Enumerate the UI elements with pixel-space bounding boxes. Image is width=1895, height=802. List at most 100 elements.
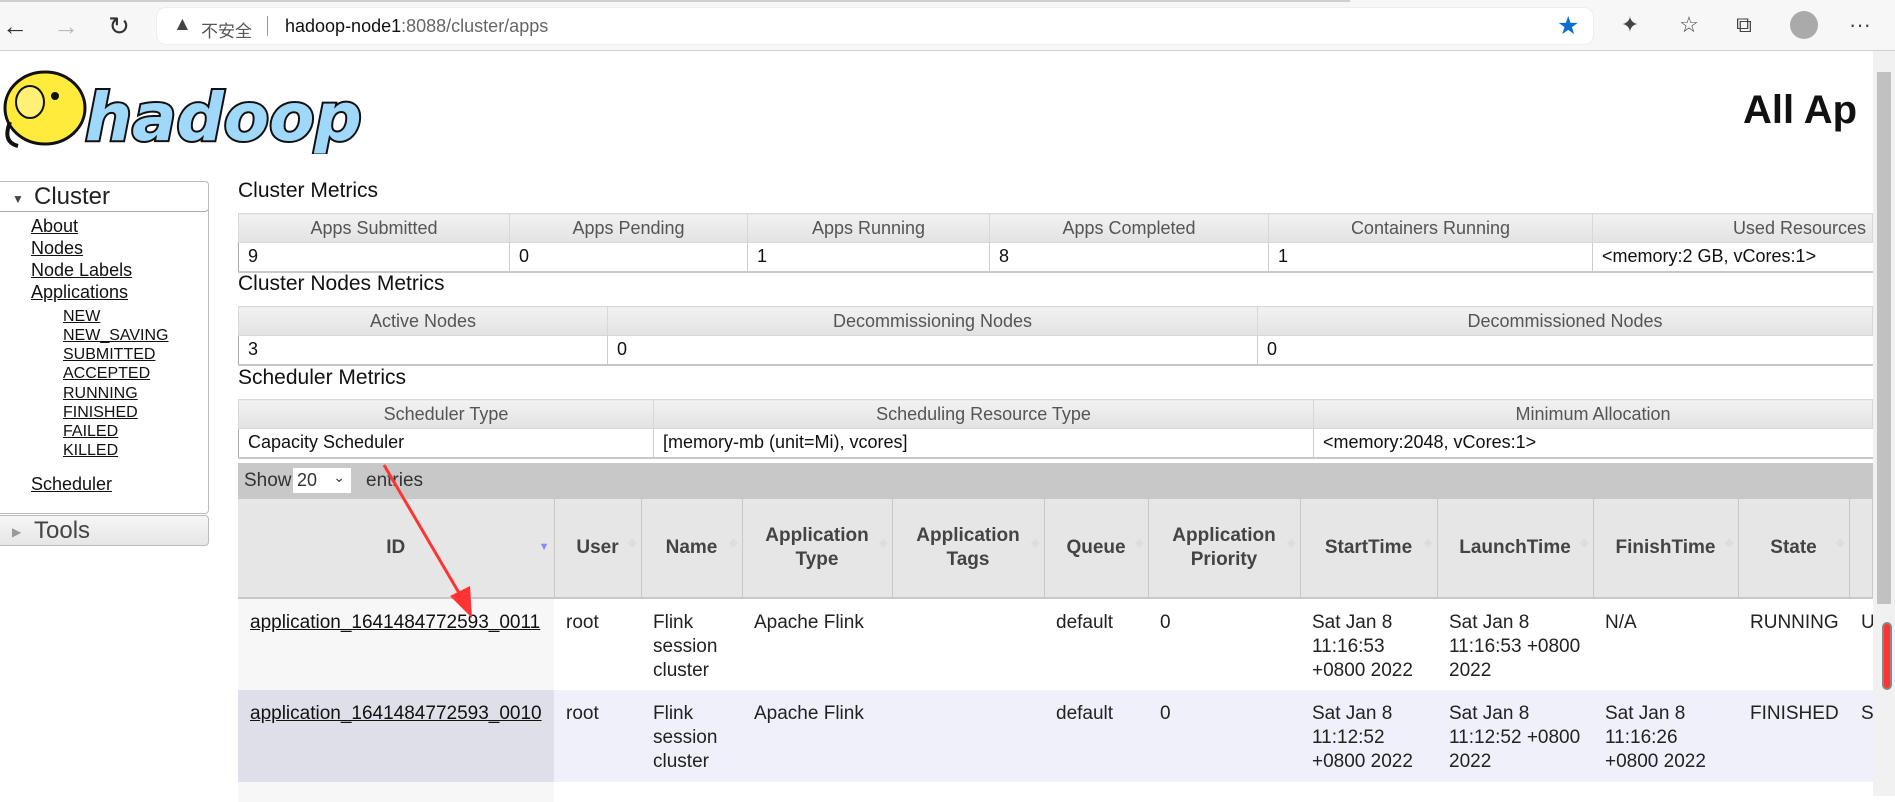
active-nodes-link[interactable]: 3 <box>248 339 258 359</box>
col-header-label: User <box>576 537 619 558</box>
application-id-link[interactable]: application_1641484772593_0010 <box>250 703 542 724</box>
sidebar-item-nodes[interactable]: Nodes <box>31 238 83 259</box>
col-header[interactable]: ID ▼ <box>238 499 555 599</box>
favorites-icon[interactable]: ☆ <box>1674 12 1704 38</box>
decommissioned-nodes-link[interactable]: 0 <box>1267 339 1277 359</box>
table-cell <box>892 690 1044 782</box>
hadoop-logo: hadoop <box>3 70 364 154</box>
table-row: application_1641484772593_0010 root Flink … <box>238 690 1873 782</box>
table-cell <box>1738 782 1849 802</box>
containers-running-value: 1 <box>1268 242 1593 273</box>
sidebar-item-scheduler[interactable]: Scheduler <box>31 474 112 495</box>
table-cell: Apache Flink <box>742 598 892 690</box>
table-cell: S <box>1849 690 1873 782</box>
sort-icon: ◆ <box>1031 537 1040 549</box>
sidebar-state-running[interactable]: RUNNING <box>63 385 138 403</box>
collections-icon[interactable]: ⧉ <box>1729 12 1759 38</box>
col-header-label: Name <box>665 537 718 558</box>
col-header[interactable]: FinishTime ◆ <box>1593 499 1739 599</box>
apps-completed-value: 8 <box>989 242 1269 273</box>
col-header[interactable]: User ◆ <box>554 499 642 599</box>
sort-desc-icon: ▼ <box>538 541 550 553</box>
col-header[interactable]: Application Tags ◆ <box>892 499 1045 599</box>
profile-avatar[interactable] <box>1790 11 1818 39</box>
url-host: hadoop-node1 <box>285 16 402 36</box>
table-cell: root <box>554 690 641 782</box>
sidebar-state-new[interactable]: NEW <box>63 308 100 326</box>
application-id-link[interactable]: application_1641484772593_0011 <box>250 612 540 633</box>
warning-icon[interactable]: ▲ <box>173 14 192 36</box>
url-text[interactable]: hadoop-node1:8088/cluster/apps <box>285 16 548 37</box>
table-cell <box>641 782 742 802</box>
svg-text:hadoop: hadoop <box>85 79 362 154</box>
sort-icon: ◆ <box>879 537 888 549</box>
cluster-metrics-table: Apps Submitted Apps Pending Apps Running… <box>238 213 1873 273</box>
sidebar-item-about[interactable]: About <box>31 216 78 237</box>
sort-icon: ◆ <box>1725 537 1734 549</box>
applications-table: ID ▼ User ◆ Name ◆ Application Type ◆ Applicatio… <box>238 499 1873 802</box>
sidebar-tools-label: Tools <box>34 517 91 544</box>
table-cell: 0 <box>1148 598 1300 690</box>
extensions-icon[interactable]: ✦ <box>1615 12 1645 38</box>
sidebar-cluster-header[interactable]: ▼ Cluster <box>0 181 209 212</box>
scrollbar-marker <box>1882 622 1892 690</box>
col-header[interactable]: Application Type ◆ <box>742 499 893 599</box>
forward-icon[interactable]: → <box>51 11 81 42</box>
col-header-label: FinishTime <box>1615 537 1716 558</box>
minimum-allocation-value: <memory:2048, vCores:1> <box>1313 428 1873 459</box>
col-header[interactable]: State ◆ <box>1738 499 1850 599</box>
more-icon[interactable]: ··· <box>1845 12 1875 38</box>
sidebar-state-accepted[interactable]: ACCEPTED <box>63 365 150 383</box>
caret-right-icon: ▶ <box>12 525 22 539</box>
table-cell <box>1849 782 1873 802</box>
reload-icon[interactable]: ↻ <box>104 11 134 42</box>
decommissioning-nodes-link[interactable]: 0 <box>617 339 627 359</box>
table-cell: Sat Jan 8 11:16:53 +0800 2022 <box>1300 598 1437 690</box>
table-cell: RUNNING <box>1738 598 1849 690</box>
sidebar-state-submitted[interactable]: SUBMITTED <box>63 346 155 364</box>
address-bar[interactable]: ▲ 不安全 hadoop-node1:8088/cluster/apps ★ <box>157 8 1593 44</box>
col-header-label: ID <box>386 537 406 558</box>
tab-strip-edge <box>0 0 1350 2</box>
col-header: Scheduling Resource Type <box>653 399 1314 429</box>
table-cell <box>238 782 554 802</box>
col-header: Apps Submitted <box>238 213 510 243</box>
table-length-bar: Show 20 ⌄ entries <box>238 463 1873 499</box>
sidebar-state-finished[interactable]: FINISHED <box>63 404 138 422</box>
table-cell: 0 <box>1148 690 1300 782</box>
col-header-label: Queue <box>1066 537 1126 558</box>
page-size-select[interactable]: 20 ⌄ <box>293 468 351 493</box>
security-label[interactable]: 不安全 <box>201 17 252 42</box>
table-cell <box>1148 782 1300 802</box>
col-header[interactable]: Queue ◆ <box>1044 499 1149 599</box>
table-cell: root <box>554 598 641 690</box>
sidebar-item-applications[interactable]: Applications <box>31 282 128 303</box>
sidebar-item-node-labels[interactable]: Node Labels <box>31 260 132 281</box>
sidebar-tools-header[interactable]: ▶ Tools <box>0 515 209 546</box>
apps-running-value: 1 <box>747 242 990 273</box>
table-cell <box>1300 782 1437 802</box>
apps-submitted-value: 9 <box>238 242 510 273</box>
table-cell: default <box>1044 598 1148 690</box>
sidebar-state-killed[interactable]: KILLED <box>63 442 118 460</box>
back-icon[interactable]: ← <box>0 11 30 42</box>
col-header: Apps Completed <box>989 213 1269 243</box>
used-resources-value: <memory:2 GB, vCores:1> <box>1592 242 1873 273</box>
entries-label: entries <box>366 470 424 491</box>
sidebar-state-new-saving[interactable]: NEW_SAVING <box>63 327 169 345</box>
nodes-metrics-title: Cluster Nodes Metrics <box>238 272 445 295</box>
scrollbar-thumb[interactable] <box>1877 72 1891 604</box>
sidebar-state-failed[interactable]: FAILED <box>63 423 118 441</box>
scheduler-metrics-title: Scheduler Metrics <box>238 366 407 389</box>
table-cell: Sat Jan 8 11:12:52 +0800 2022 <box>1300 690 1437 782</box>
col-header[interactable]: Application Priority ◆ <box>1148 499 1301 599</box>
col-header: Active Nodes <box>238 306 608 336</box>
favorite-star-icon[interactable]: ★ <box>1557 11 1579 41</box>
col-header[interactable]: StartTime ◆ <box>1300 499 1438 599</box>
scheduler-type-value: Capacity Scheduler <box>238 428 654 459</box>
page-size-value: 20 <box>297 470 318 490</box>
col-header[interactable]: LaunchTime ◆ <box>1437 499 1594 599</box>
col-header[interactable]: Name ◆ <box>641 499 743 599</box>
table-cell: Sat Jan 8 11:16:53 +0800 2022 <box>1437 598 1593 690</box>
col-header[interactable] <box>1849 499 1873 599</box>
